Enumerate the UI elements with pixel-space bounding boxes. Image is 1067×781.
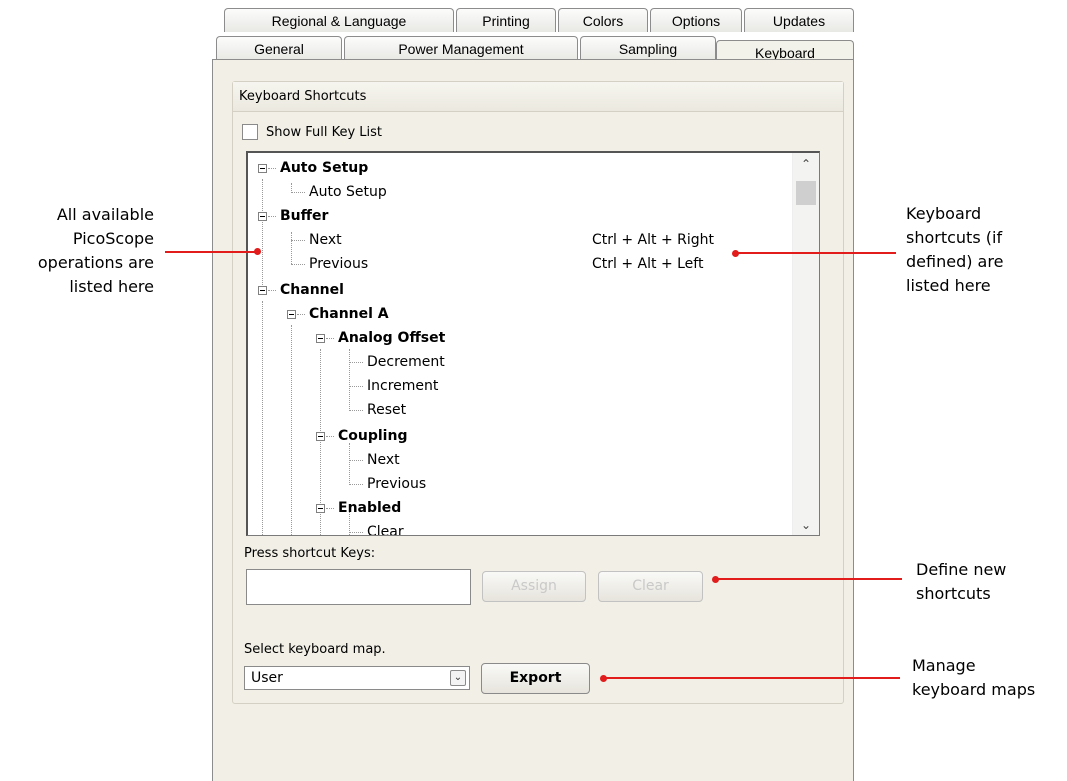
annotation-line: Manage <box>912 656 976 675</box>
tree-connector <box>349 460 363 461</box>
tree-line <box>291 325 292 535</box>
annotation-line: Define new <box>916 560 1007 579</box>
tree-scrollbar[interactable]: ⌃ ⌄ <box>792 153 819 535</box>
tree-node-reset[interactable]: Reset <box>367 399 406 421</box>
tree-node-buffer[interactable]: Buffer <box>280 205 328 227</box>
tree-connector <box>349 386 363 387</box>
tree-connector <box>268 216 276 217</box>
annotation-manage: Manage keyboard maps <box>912 654 1035 702</box>
annotation-line: keyboard maps <box>912 680 1036 699</box>
tree-node-coupling[interactable]: Coupling <box>338 425 407 447</box>
tree-connector <box>349 410 363 411</box>
tree-line <box>349 443 350 485</box>
select-keyboard-map-label: Select keyboard map. <box>244 642 386 657</box>
tree-line <box>349 349 350 409</box>
tree-node-enabled-clear[interactable]: Clear <box>367 521 404 535</box>
tab-printing[interactable]: Printing <box>456 8 556 32</box>
callout-line <box>736 252 896 254</box>
shortcut-buffer-next: Ctrl + Alt + Right <box>592 232 714 248</box>
annotation-operations: All available PicoScope operations are l… <box>22 203 154 299</box>
collapse-icon[interactable] <box>287 310 296 319</box>
clear-button[interactable]: Clear <box>598 571 703 602</box>
collapse-icon[interactable] <box>316 432 325 441</box>
callout-dot <box>254 248 261 255</box>
tree-node-auto-setup[interactable]: Auto Setup <box>280 157 368 179</box>
tree-node-analog-offset[interactable]: Analog Offset <box>338 327 445 349</box>
group-title: Keyboard Shortcuts <box>233 82 843 112</box>
tree-node-buffer-previous[interactable]: Previous <box>309 253 368 275</box>
tree-connector <box>297 314 305 315</box>
tree-line <box>262 301 263 535</box>
annotation-line: listed here <box>69 277 154 296</box>
annotation-line: defined) are <box>906 252 1004 271</box>
tree-node-auto-setup-action[interactable]: Auto Setup <box>309 181 387 203</box>
tree-node-increment[interactable]: Increment <box>367 375 438 397</box>
tree-connector <box>291 240 305 241</box>
chevron-down-icon[interactable]: ⌄ <box>450 670 466 686</box>
tree-node-decrement[interactable]: Decrement <box>367 351 445 373</box>
collapse-icon[interactable] <box>258 286 267 295</box>
show-full-key-list-label: Show Full Key List <box>266 124 382 140</box>
annotation-line: All available <box>56 205 154 224</box>
scroll-thumb[interactable] <box>796 181 816 205</box>
tree-connector <box>326 508 334 509</box>
tree-connector <box>268 290 276 291</box>
tab-options[interactable]: Options <box>650 8 742 32</box>
show-full-key-list-row[interactable]: Show Full Key List <box>242 122 382 142</box>
callout-line <box>604 677 900 679</box>
shortcut-buffer-previous: Ctrl + Alt + Left <box>592 256 704 272</box>
tab-sampling[interactable]: Sampling <box>580 36 716 60</box>
shortcut-keys-input[interactable] <box>246 569 471 605</box>
collapse-icon[interactable] <box>258 164 267 173</box>
collapse-icon[interactable] <box>258 212 267 221</box>
tree-connector <box>326 436 334 437</box>
tab-updates[interactable]: Updates <box>744 8 854 32</box>
tree-connector <box>291 264 305 265</box>
tab-power-management[interactable]: Power Management <box>344 36 578 60</box>
callout-line <box>165 251 257 253</box>
tree-node-enabled[interactable]: Enabled <box>338 497 401 519</box>
scroll-up-icon[interactable]: ⌃ <box>793 153 819 175</box>
tree-connector <box>349 532 363 533</box>
annotation-line: listed here <box>906 276 991 295</box>
press-shortcut-keys-label: Press shortcut Keys: <box>244 546 376 561</box>
tree-node-channel-a[interactable]: Channel A <box>309 303 389 325</box>
tree-node-buffer-next[interactable]: Next <box>309 229 342 251</box>
scroll-down-icon[interactable]: ⌄ <box>793 514 819 535</box>
show-full-key-list-checkbox[interactable] <box>242 124 258 140</box>
tree-line <box>291 232 292 264</box>
tree-connector <box>326 338 334 339</box>
tab-general[interactable]: General <box>216 36 342 60</box>
collapse-icon[interactable] <box>316 334 325 343</box>
annotation-line: shortcuts (if <box>906 228 1003 247</box>
tree-node-channel[interactable]: Channel <box>280 279 344 301</box>
tree-connector <box>268 168 276 169</box>
annotation-line: Keyboard <box>906 204 982 223</box>
annotation-define: Define new shortcuts <box>916 558 1006 606</box>
tree-node-coupling-next[interactable]: Next <box>367 449 400 471</box>
operations-tree[interactable]: Auto Setup Auto Setup Buffer Next Previo… <box>246 151 820 536</box>
tab-regional-language[interactable]: Regional & Language <box>224 8 454 32</box>
keyboard-map-select[interactable]: User ⌄ <box>244 666 470 690</box>
annotation-line: shortcuts <box>916 584 991 603</box>
tab-colors[interactable]: Colors <box>558 8 648 32</box>
tree-node-coupling-previous[interactable]: Previous <box>367 473 426 495</box>
assign-button[interactable]: Assign <box>482 571 586 602</box>
annotation-shortcuts: Keyboard shortcuts (if defined) are list… <box>906 202 1003 298</box>
tree-line <box>262 179 263 287</box>
export-button[interactable]: Export <box>481 663 590 694</box>
collapse-icon[interactable] <box>316 504 325 513</box>
callout-line <box>716 578 902 580</box>
keyboard-map-selected: User <box>251 670 283 686</box>
tree-connector <box>349 362 363 363</box>
annotation-line: operations are <box>37 253 154 272</box>
tree-connector <box>291 192 305 193</box>
tree-connector <box>349 484 363 485</box>
annotation-line: PicoScope <box>72 229 154 248</box>
